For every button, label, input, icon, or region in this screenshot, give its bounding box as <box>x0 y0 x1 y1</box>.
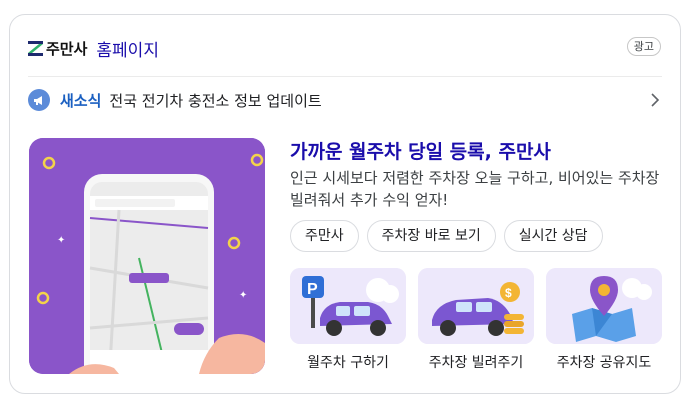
tile-rent-parking[interactable]: $ 주차장 빌려주기 <box>418 268 534 372</box>
brand-logo[interactable]: 주만사 <box>28 38 87 59</box>
tile-label: 주차장 공유지도 <box>556 355 652 371</box>
tile-label: 주차장 빌려주기 <box>428 355 524 371</box>
chip-view-parking[interactable]: 주차장 바로 보기 <box>366 220 496 252</box>
promo-image[interactable]: ✦ ✦ <box>29 138 265 374</box>
news-label: 새소식 <box>60 91 102 110</box>
chip-live-chat[interactable]: 실시간 상담 <box>503 220 603 252</box>
tile-monthly-parking[interactable]: P 월주차 구하기 <box>290 268 406 372</box>
brand-z-icon <box>28 40 43 56</box>
car-coins-icon: $ <box>418 268 534 344</box>
promo-description: 인근 시세보다 저렴한 주차장 오늘 구하고, 비어있는 주차장 빌려줘서 추가… <box>290 169 660 209</box>
ad-header: 주만사 홈페이지 <box>28 35 159 61</box>
promo-headline[interactable]: 가까운 월주차 당일 등록, 주만사 <box>290 137 551 164</box>
parking-car-icon: P <box>290 268 406 344</box>
tile-parking-map[interactable]: 주차장 공유지도 <box>546 268 662 372</box>
brand-name: 주만사 <box>46 39 88 58</box>
sitelink-chips: 주만사 주차장 바로 보기 실시간 상담 <box>290 220 603 252</box>
feature-tiles: P 월주차 구하기 $ 주차장 빌려주기 주차장 공유지도 <box>290 268 662 372</box>
homepage-link[interactable]: 홈페이지 <box>96 36 159 61</box>
svg-text:✦: ✦ <box>57 235 65 246</box>
chevron-right-icon[interactable] <box>648 91 662 109</box>
ad-card: 주만사 홈페이지 광고 새소식 전국 전기차 충전소 정보 업데이트 ✦ ✦ 가… <box>9 14 681 394</box>
svg-text:$: $ <box>505 286 512 300</box>
megaphone-icon <box>28 89 50 111</box>
svg-text:✦: ✦ <box>239 290 247 301</box>
svg-text:P: P <box>307 281 318 298</box>
chip-jumansa[interactable]: 주만사 <box>290 220 359 252</box>
tile-label: 월주차 구하기 <box>307 355 389 371</box>
divider <box>28 76 662 77</box>
news-row[interactable]: 새소식 전국 전기차 충전소 정보 업데이트 <box>28 85 662 115</box>
news-text: 전국 전기차 충전소 정보 업데이트 <box>109 91 322 110</box>
ad-badge: 광고 <box>626 37 661 56</box>
map-pin-icon <box>546 268 662 344</box>
